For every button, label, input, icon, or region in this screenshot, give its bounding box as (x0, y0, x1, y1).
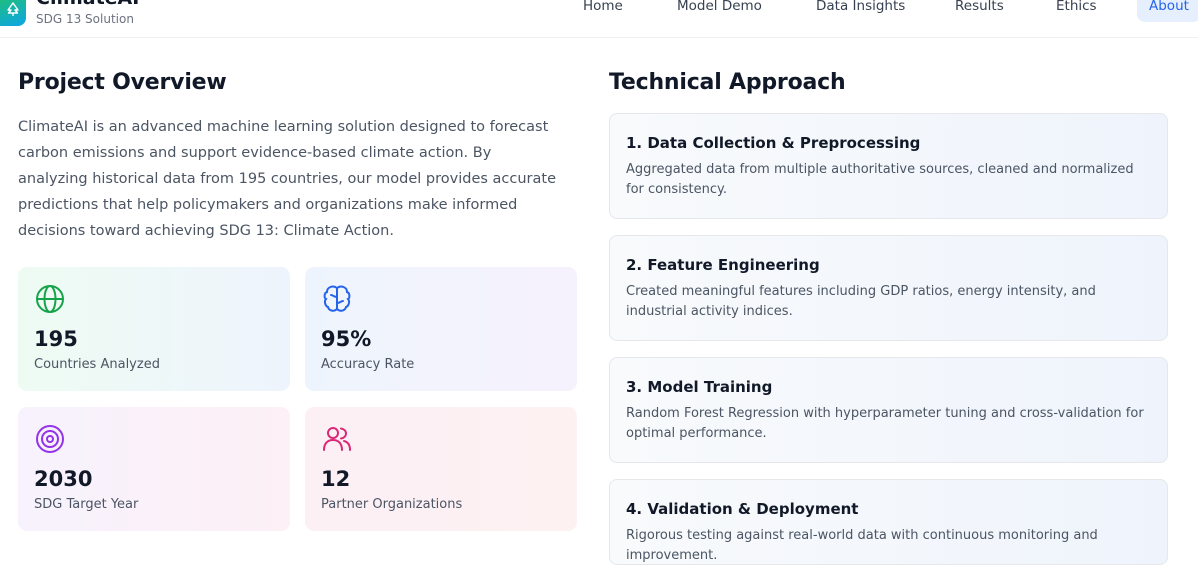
approach-step-card: 3. Model Training Random Forest Regressi… (609, 357, 1168, 463)
nav-home[interactable]: Home (583, 0, 623, 22)
brand[interactable]: ClimateAI SDG 13 Solution (0, 0, 139, 26)
project-overview-title: Project Overview (18, 70, 227, 95)
stat-value: 12 (321, 467, 351, 491)
tree-logo-icon (0, 0, 26, 26)
stat-card-accuracy: 95% Accuracy Rate (305, 267, 577, 391)
nav-model-demo[interactable]: Model Demo (677, 0, 762, 22)
users-icon (321, 423, 353, 455)
target-icon (34, 423, 66, 455)
step-title: 1. Data Collection & Preprocessing (626, 134, 921, 152)
stat-card-countries: 195 Countries Analyzed (18, 267, 290, 391)
nav-ethics[interactable]: Ethics (1056, 0, 1097, 22)
stat-label: Partner Organizations (321, 497, 463, 512)
step-description: Random Forest Regression with hyperparam… (626, 406, 1144, 441)
stat-value: 195 (34, 327, 78, 351)
stat-value: 95% (321, 327, 372, 351)
stat-card-target-year: 2030 SDG Target Year (18, 407, 290, 531)
stat-value: 2030 (34, 467, 93, 491)
project-overview-section: Project Overview ClimateAI is an advance… (18, 68, 578, 531)
brain-icon (321, 283, 353, 315)
step-description: Rigorous testing against real-world data… (626, 528, 1098, 563)
step-description: Created meaningful features including GD… (626, 284, 1096, 319)
approach-step-card: 1. Data Collection & Preprocessing Aggre… (609, 113, 1168, 219)
step-title: 2. Feature Engineering (626, 256, 820, 274)
approach-step-card: 4. Validation & Deployment Rigorous test… (609, 479, 1168, 565)
technical-approach-section: Technical Approach 1. Data Collection & … (609, 68, 1169, 565)
brand-name: ClimateAI (36, 0, 139, 9)
top-navbar: ClimateAI SDG 13 Solution Home Model Dem… (0, 0, 1198, 38)
stat-card-partners: 12 Partner Organizations (305, 407, 577, 531)
technical-approach-title: Technical Approach (609, 70, 846, 95)
brand-subtitle: SDG 13 Solution (36, 12, 134, 26)
project-overview-text: ClimateAI is an advanced machine learnin… (18, 119, 557, 239)
nav-data-insights[interactable]: Data Insights (816, 0, 905, 22)
approach-step-card: 2. Feature Engineering Created meaningfu… (609, 235, 1168, 341)
step-description: Aggregated data from multiple authoritat… (626, 162, 1134, 197)
stat-label: Accuracy Rate (321, 357, 415, 372)
stat-label: Countries Analyzed (34, 357, 160, 372)
nav-about[interactable]: About (1137, 0, 1198, 22)
globe-icon (34, 283, 66, 315)
step-title: 3. Model Training (626, 378, 773, 396)
stat-label: SDG Target Year (34, 497, 139, 512)
step-title: 4. Validation & Deployment (626, 500, 859, 518)
nav-results[interactable]: Results (955, 0, 1004, 22)
